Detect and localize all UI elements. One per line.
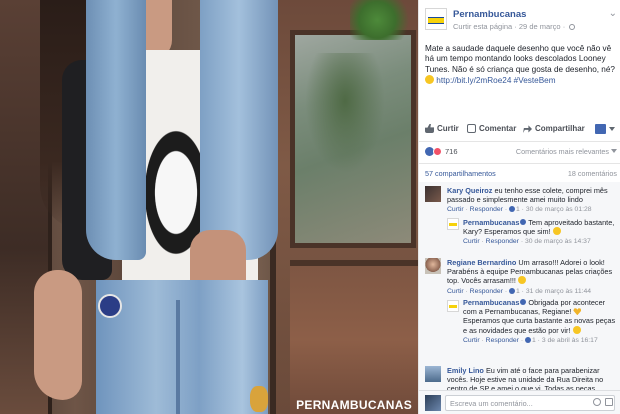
comment-icon: [467, 124, 476, 133]
page-avatar[interactable]: [447, 218, 459, 230]
cartoon-patch: [250, 386, 268, 412]
comment-author[interactable]: Kary Queiroz: [447, 186, 492, 195]
post-options-chevron-down-icon[interactable]: ⌄: [609, 8, 617, 19]
comment-composer: Escreva um comentário...: [419, 390, 620, 414]
smile-emoji-icon: [552, 227, 561, 236]
comment-input[interactable]: Escreva um comentário...: [445, 395, 615, 411]
comment-button[interactable]: Comentar: [467, 124, 516, 133]
comments-count[interactable]: 18 comentários: [568, 169, 617, 178]
comments-list: Kary Queiroz eu tenho esse colete, compr…: [419, 182, 620, 390]
reply: Pernambucanas Tem aproveitado bastante, …: [463, 218, 617, 247]
denim-vest-right: [200, 0, 278, 260]
like-button[interactable]: Curtir: [425, 124, 459, 133]
avatar[interactable]: [425, 366, 441, 382]
comment-time[interactable]: 3 de abril às 16:17: [542, 337, 598, 344]
emoji-icon[interactable]: [593, 398, 601, 406]
comment-reply-link[interactable]: Responder: [486, 337, 519, 344]
like-icon: [508, 206, 515, 213]
current-user-avatar: [425, 395, 441, 411]
leaves: [350, 0, 418, 40]
jeans: [96, 280, 268, 414]
share-button[interactable]: Compartilhar: [523, 124, 585, 133]
page-avatar[interactable]: [425, 8, 447, 30]
avatar[interactable]: [425, 258, 441, 274]
comment-author[interactable]: Emily Lino: [447, 366, 484, 375]
smile-emoji-icon: [572, 325, 581, 334]
comment-time[interactable]: 30 de março às 14:37: [525, 238, 591, 245]
like-icon: [508, 287, 515, 294]
share-icon: [523, 125, 532, 133]
post-link[interactable]: http://bit.ly/2mRoe24: [436, 76, 511, 85]
window: [290, 30, 416, 248]
page-identity-icon: [595, 124, 606, 134]
page-avatar[interactable]: [447, 300, 459, 312]
comment-meta: Curtir · Responder · 30 de março às 14:3…: [463, 238, 591, 246]
comment: Regiane Bernardino Um arraso!!! Adorei o…: [447, 258, 617, 296]
caret-down-icon: [611, 149, 617, 153]
shares-count-link[interactable]: 57 compartilhamentos: [425, 169, 496, 178]
post-date[interactable]: 29 de março: [519, 22, 561, 31]
comment-text-continued: Esperamos que curta bastante as novas pe…: [463, 316, 616, 335]
comment-meta: Curtir · Responder · 1 · 30 de março às …: [447, 206, 592, 214]
love-reaction-icon[interactable]: [433, 147, 442, 156]
verified-badge-icon: [520, 299, 527, 305]
comment-reply-link[interactable]: Responder: [470, 206, 503, 213]
post-header: Pernambucanas Curtir esta página · 29 de…: [425, 8, 617, 34]
rusty-panel: [290, 260, 418, 414]
hashtag-link[interactable]: #VesteBem: [514, 76, 556, 85]
post-subline: Curtir esta página · 29 de março ·: [453, 22, 576, 31]
smile-emoji-icon: [425, 75, 434, 85]
reply: Pernambucanas Obrigada por acontecer com…: [463, 298, 617, 345]
comment-like-link[interactable]: Curtir: [463, 337, 480, 344]
caret-down-icon: [609, 127, 615, 131]
post-side-panel: Pernambucanas Curtir esta página · 29 de…: [418, 0, 620, 414]
comment-reply-link[interactable]: Responder: [470, 288, 503, 295]
post-text: Mate a saudade daquele desenho que você …: [425, 44, 617, 87]
like-page-link[interactable]: Curtir esta página: [453, 22, 512, 31]
comment-author[interactable]: Pernambucanas: [463, 218, 519, 227]
divider: [419, 163, 620, 164]
denim-vest-left: [86, 0, 146, 260]
heart-emoji-icon: [573, 308, 582, 316]
verified-badge-icon: [520, 219, 527, 225]
comment-like-link[interactable]: Curtir: [447, 288, 464, 295]
comment-sort-dropdown[interactable]: Comentários mais relevantes: [516, 147, 617, 156]
comment: Kary Queiroz eu tenho esse colete, compr…: [447, 186, 617, 215]
page-name[interactable]: Pernambucanas: [453, 9, 526, 20]
comment-like-count: 1: [515, 206, 520, 214]
globe-icon: [569, 24, 576, 30]
thumbs-up-icon: [425, 124, 434, 133]
grin-emoji-icon: [517, 276, 526, 285]
comment-meta: Curtir · Responder · 1 · 3 de abril às 1…: [463, 336, 598, 344]
reaction-count[interactable]: 716: [445, 147, 458, 156]
avatar[interactable]: [425, 186, 441, 202]
composer-icons: [593, 398, 613, 406]
photo-watermark: PERNAMBUCANAS: [296, 398, 412, 412]
like-icon: [524, 336, 531, 343]
reactions-row: 716 Comentários mais relevantes: [425, 146, 617, 158]
comment-time[interactable]: 31 de março às 11:44: [526, 288, 591, 295]
post-stats: 57 compartilhamentos 18 comentários: [425, 169, 617, 179]
comment-like-count: 1: [515, 287, 520, 295]
post-photo[interactable]: PERNAMBUCANAS: [0, 0, 418, 414]
comment-time[interactable]: 30 de março às 01:28: [526, 206, 592, 213]
model-hand-left: [34, 270, 82, 400]
post-body: Mate a saudade daquele desenho que você …: [425, 44, 615, 74]
comment-reply-link[interactable]: Responder: [486, 238, 519, 245]
comment-meta: Curtir · Responder · 1 · 31 de março às …: [447, 287, 592, 295]
divider: [419, 141, 620, 142]
comment-author[interactable]: Regiane Bernardino: [447, 258, 516, 267]
post-actions: Curtir Comentar Compartilhar: [425, 124, 617, 138]
comment: Emily Lino Eu vim até o face para parabe…: [447, 366, 617, 390]
comment-like-count: 1: [531, 336, 536, 344]
comment-like-link[interactable]: Curtir: [463, 238, 480, 245]
camera-icon[interactable]: [605, 398, 613, 406]
post-as-selector[interactable]: [595, 124, 615, 134]
comment-author[interactable]: Pernambucanas: [463, 298, 519, 307]
star-patch: [98, 294, 122, 318]
comment-like-link[interactable]: Curtir: [447, 206, 464, 213]
